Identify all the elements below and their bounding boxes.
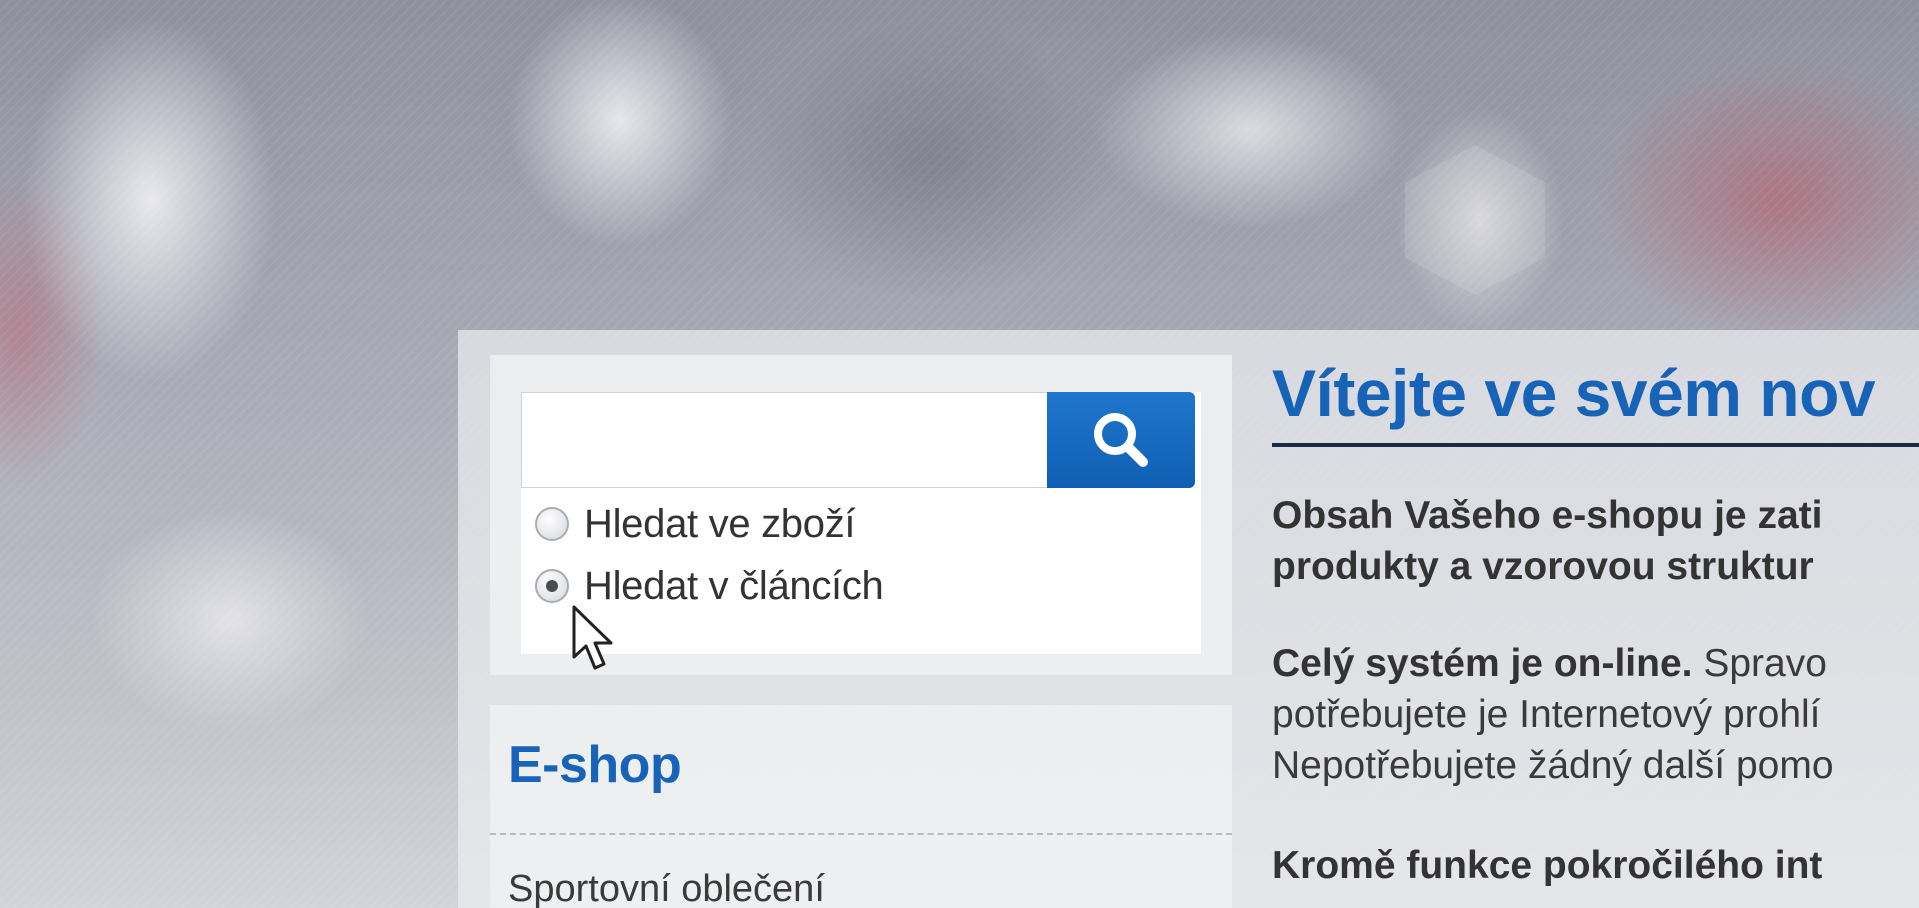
online-rest: Spravo xyxy=(1692,642,1827,685)
search-form: Hledat ve zboží Hledat v článcích xyxy=(521,392,1201,654)
intro-line-1: Obsah Vašeho e-shopu je zati xyxy=(1272,494,1823,537)
radio-products-button[interactable] xyxy=(535,507,569,541)
features-bold: Kromě funkce pokročilého int xyxy=(1272,844,1823,887)
features-paragraph: Kromě funkce pokročilého int xyxy=(1272,840,1919,891)
mouse-pointer-icon xyxy=(572,605,613,670)
online-line-2: potřebujete je Internetový prohlí xyxy=(1272,693,1821,736)
intro-paragraph: Obsah Vašeho e-shopu je zati produkty a … xyxy=(1272,490,1919,592)
category-link-sport-clothing[interactable]: Sportovní oblečení xyxy=(508,868,825,908)
radio-search-articles[interactable]: Hledat v článcích xyxy=(535,562,884,610)
main-content: Vítejte ve svém nov Obsah Vašeho e-shopu… xyxy=(1272,355,1919,908)
radio-articles-label: Hledat v článcích xyxy=(584,563,884,608)
radio-articles-button[interactable] xyxy=(535,569,569,603)
divider xyxy=(490,833,1232,835)
intro-line-2: produkty a vzorovou struktur xyxy=(1272,545,1814,588)
online-line-3: Nepotřebujete žádný další pomo xyxy=(1272,744,1834,787)
page-title: Vítejte ve svém nov xyxy=(1272,356,1876,430)
eshop-heading: E-shop xyxy=(508,736,682,794)
eshop-category-panel: E-shop Sportovní oblečení xyxy=(490,705,1232,908)
online-paragraph: Celý systém je on-line. Spravo potřebuje… xyxy=(1272,638,1919,791)
search-icon xyxy=(1094,413,1148,467)
search-input[interactable] xyxy=(521,392,1047,488)
title-underline xyxy=(1272,443,1919,447)
radio-products-label: Hledat ve zboží xyxy=(584,501,856,546)
search-button[interactable] xyxy=(1047,392,1195,488)
radio-search-products[interactable]: Hledat ve zboží xyxy=(535,500,856,548)
online-bold: Celý systém je on-line. xyxy=(1272,642,1693,685)
